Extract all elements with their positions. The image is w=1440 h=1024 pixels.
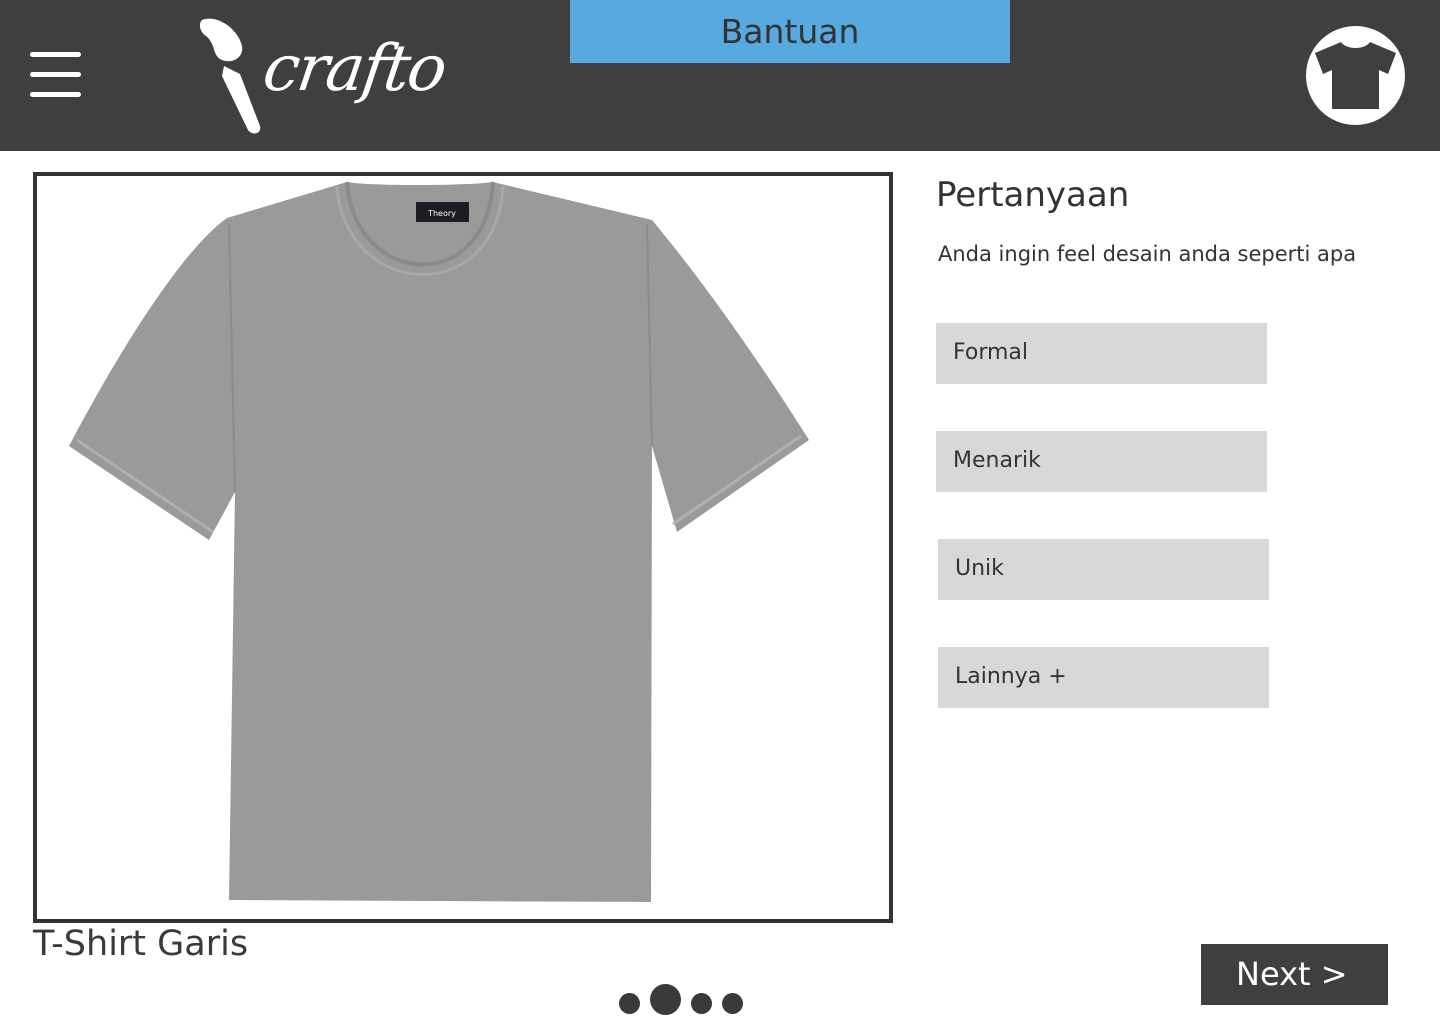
pagination-dot[interactable] bbox=[619, 993, 640, 1014]
option-menarik[interactable]: Menarik bbox=[936, 431, 1267, 492]
question-title: Pertanyaan bbox=[936, 175, 1130, 215]
question-prompt: Anda ingin feel desain anda seperti apa bbox=[938, 242, 1357, 266]
crafto-logo[interactable]: crafto bbox=[196, 14, 450, 138]
app-header: crafto Bantuan bbox=[0, 0, 1440, 151]
tshirt-image: Theory bbox=[69, 181, 809, 902]
tshirt-body bbox=[69, 182, 809, 902]
tshirt-icon bbox=[1315, 42, 1396, 109]
shirt-button[interactable] bbox=[1306, 26, 1405, 125]
pagination-dot[interactable] bbox=[722, 993, 743, 1014]
option-unik[interactable]: Unik bbox=[938, 539, 1269, 600]
pagination-dot-active[interactable] bbox=[650, 984, 681, 1015]
pagination-dot[interactable] bbox=[691, 993, 712, 1014]
help-button[interactable]: Bantuan bbox=[570, 0, 1010, 63]
brand-label-text: Theory bbox=[427, 209, 456, 218]
hamburger-line bbox=[30, 92, 81, 97]
product-name: T-Shirt Garis bbox=[33, 924, 249, 964]
hamburger-icon[interactable] bbox=[30, 52, 82, 98]
next-button[interactable]: Next > bbox=[1201, 944, 1388, 1005]
pagination-dots bbox=[619, 984, 759, 1020]
logo-text: crafto bbox=[258, 32, 450, 106]
hamburger-line bbox=[30, 52, 81, 57]
hamburger-line bbox=[30, 72, 81, 77]
option-formal[interactable]: Formal bbox=[936, 323, 1267, 384]
option-lainnya[interactable]: Lainnya + bbox=[938, 647, 1269, 708]
product-preview: Theory bbox=[33, 172, 893, 923]
